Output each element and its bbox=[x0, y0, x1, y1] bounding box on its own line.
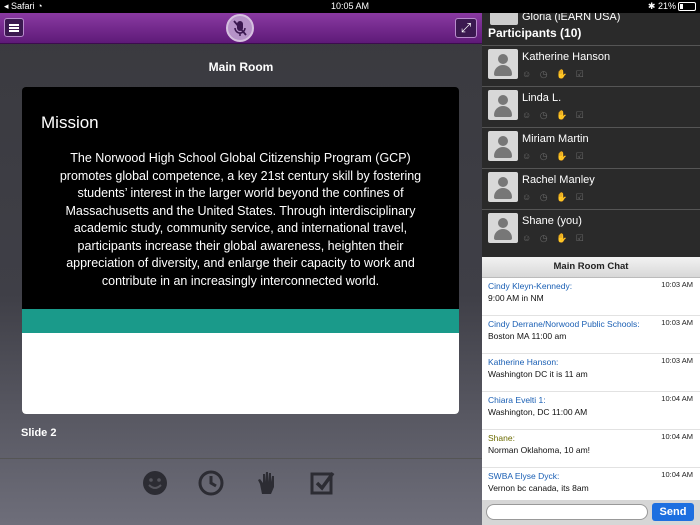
menu-icon-line bbox=[9, 27, 19, 29]
participants-panel: Gloria (iEARN USA) Participants (10) Kat… bbox=[482, 13, 700, 257]
participant-status-icons: ☺ ◷ ✋ ☑ bbox=[522, 192, 587, 202]
participant-status-icons: ☺ ◷ ✋ ☑ bbox=[522, 233, 587, 243]
message-author: Shane: bbox=[488, 433, 515, 443]
message-author: Chiara Evelti 1: bbox=[488, 395, 546, 405]
main-room-pane: ⤢ Main Room Mission The Norwood High Sch… bbox=[0, 13, 482, 525]
chat-input-bar: Send bbox=[482, 500, 700, 525]
participant-row[interactable]: Katherine Hanson ☺ ◷ ✋ ☑ bbox=[482, 45, 700, 86]
slide-number: Slide 2 bbox=[21, 427, 57, 439]
participant-status-icons: ☺ ◷ ✋ ☑ bbox=[522, 69, 587, 79]
slide-body: The Norwood High School Global Citizensh… bbox=[59, 151, 422, 288]
chat-message: SWBA Elyse Dyck: 10:04 AM Vernon bc cana… bbox=[482, 468, 700, 500]
raise-hand-icon[interactable] bbox=[253, 469, 281, 497]
bluetooth-icon: ✱ bbox=[647, 1, 656, 11]
toolbar: ⤢ bbox=[0, 13, 482, 44]
status-bar: ◂ Safari ◔ 10:05 AM ✱ 21% bbox=[0, 0, 700, 13]
chat-message-list[interactable]: Cindy Kleyn-Kennedy: 10:03 AM 9:00 AM in… bbox=[482, 278, 700, 500]
message-time: 10:03 AM bbox=[661, 280, 693, 289]
avatar bbox=[488, 172, 518, 202]
message-text: Washington, DC 11:00 AM bbox=[488, 407, 588, 417]
avatar bbox=[488, 131, 518, 161]
smiley-icon[interactable] bbox=[141, 469, 169, 497]
check-glyph bbox=[310, 471, 335, 495]
message-text: Boston MA 11:00 am bbox=[488, 331, 567, 341]
participant-name: Gloria (iEARN USA) bbox=[522, 13, 621, 23]
message-text: Vernon bc canada, its 8am bbox=[488, 483, 589, 493]
message-text: 9:00 AM in NM bbox=[488, 293, 544, 303]
side-panel: Gloria (iEARN USA) Participants (10) Kat… bbox=[482, 13, 700, 525]
battery-area: ✱ 21% bbox=[648, 0, 696, 13]
hand-glyph bbox=[258, 472, 274, 494]
avatar bbox=[488, 213, 518, 243]
chat-message: Shane: 10:04 AM Norman Oklahoma, 10 am! bbox=[482, 430, 700, 468]
presentation-slide: Mission The Norwood High School Global C… bbox=[22, 87, 459, 414]
participants-header: Participants (10) bbox=[488, 26, 582, 40]
participant-row-partial[interactable]: Gloria (iEARN USA) bbox=[482, 13, 700, 25]
message-time: 10:04 AM bbox=[661, 432, 693, 441]
clock: 10:05 AM bbox=[330, 1, 370, 11]
participant-row[interactable]: Miriam Martin ☺ ◷ ✋ ☑ bbox=[482, 127, 700, 168]
menu-button[interactable] bbox=[4, 18, 24, 37]
room-title: Main Room bbox=[208, 60, 274, 74]
chat-title: Main Room Chat bbox=[553, 261, 629, 272]
message-time: 10:04 AM bbox=[661, 394, 693, 403]
message-author: Katherine Hanson: bbox=[488, 357, 559, 367]
smiley-glyph bbox=[143, 471, 167, 495]
expand-icon[interactable]: ⤢ bbox=[455, 18, 477, 38]
muted-mic-icon bbox=[233, 20, 247, 36]
battery-percent: 21% bbox=[657, 1, 676, 11]
avatar bbox=[488, 90, 518, 120]
avatar bbox=[490, 13, 518, 25]
message-text: Norman Oklahoma, 10 am! bbox=[488, 445, 591, 455]
message-time: 10:03 AM bbox=[661, 318, 693, 327]
mute-microphone-button[interactable] bbox=[226, 14, 254, 42]
battery-icon bbox=[678, 2, 696, 12]
message-author: Cindy Kleyn-Kennedy: bbox=[488, 281, 573, 291]
message-text: Washington DC it is 11 am bbox=[488, 369, 588, 379]
slide-footer-area bbox=[22, 333, 459, 414]
chat-message: Katherine Hanson: 10:03 AM Washington DC… bbox=[482, 354, 700, 392]
message-time: 10:03 AM bbox=[661, 356, 693, 365]
chat-message: Cindy Derrane/Norwood Public Schools: 10… bbox=[482, 316, 700, 354]
chat-message: Chiara Evelti 1: 10:04 AM Washington, DC… bbox=[482, 392, 700, 430]
participant-name: Rachel Manley bbox=[522, 174, 595, 186]
participant-name: Shane (you) bbox=[522, 215, 582, 227]
slide-heading: Mission bbox=[41, 113, 99, 132]
participant-status-icons: ☺ ◷ ✋ ☑ bbox=[522, 151, 587, 161]
message-time: 10:04 AM bbox=[661, 470, 693, 479]
participant-name: Miriam Martin bbox=[522, 133, 589, 145]
clock-glyph bbox=[198, 470, 224, 496]
participant-name: Linda L. bbox=[522, 92, 562, 104]
participant-row[interactable]: Rachel Manley ☺ ◷ ✋ ☑ bbox=[482, 168, 700, 209]
participant-row[interactable]: Shane (you) ☺ ◷ ✋ ☑ bbox=[482, 209, 700, 250]
message-author: SWBA Elyse Dyck: bbox=[488, 471, 560, 481]
chat-input[interactable] bbox=[486, 504, 648, 520]
message-author: Cindy Derrane/Norwood Public Schools: bbox=[488, 319, 640, 329]
participant-status-icons: ☺ ◷ ✋ ☑ bbox=[522, 110, 587, 120]
chat-message: Cindy Kleyn-Kennedy: 10:03 AM 9:00 AM in… bbox=[482, 278, 700, 316]
clock-icon[interactable] bbox=[197, 469, 225, 497]
participant-name: Katherine Hanson bbox=[522, 51, 611, 63]
avatar bbox=[488, 49, 518, 79]
slide-accent-bar bbox=[22, 309, 459, 333]
divider bbox=[0, 458, 482, 459]
send-button[interactable]: Send bbox=[652, 503, 694, 521]
menu-icon-line bbox=[9, 30, 19, 32]
participant-row[interactable]: Linda L. ☺ ◷ ✋ ☑ bbox=[482, 86, 700, 127]
checkbox-icon[interactable] bbox=[309, 469, 337, 497]
chat-header: Main Room Chat bbox=[482, 257, 700, 278]
menu-icon bbox=[9, 24, 19, 26]
